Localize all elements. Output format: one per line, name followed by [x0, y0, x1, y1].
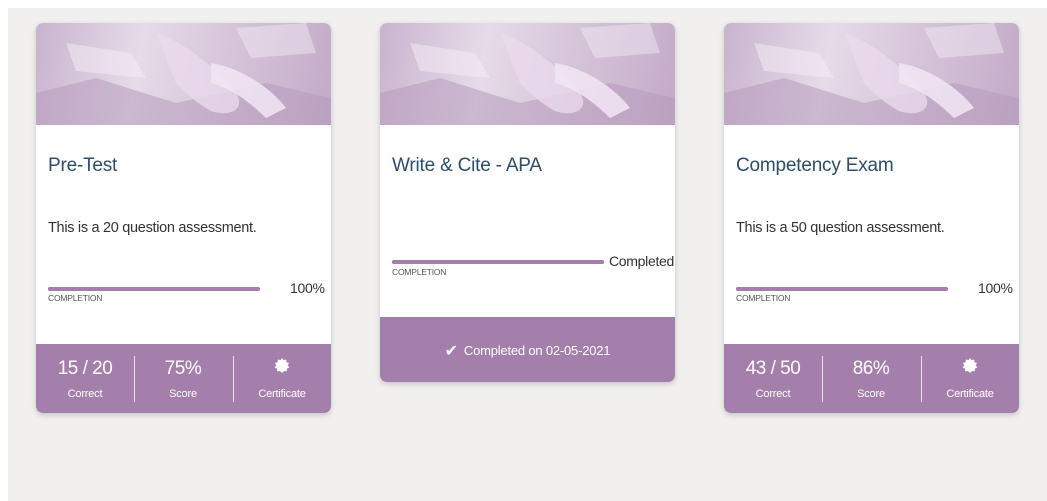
completion-value: Completed: [609, 253, 675, 269]
stat-label: Score: [857, 388, 885, 400]
card-banner-image: [724, 23, 1019, 125]
completion-progress-fill: [736, 287, 948, 291]
card-stats-footer: 43 / 50 Correct 86% Score Certificate: [724, 344, 1019, 413]
stat-label[interactable]: Certificate: [921, 388, 1019, 400]
completion-value: 100%: [978, 280, 1013, 296]
stat-correct: 15 / 20 Correct: [36, 344, 134, 413]
stat-value: 75%: [164, 358, 202, 379]
completed-status: ✔ Completed on 02-05-2021: [380, 341, 675, 361]
completion-label: COMPLETION: [736, 293, 791, 303]
card-title[interactable]: Competency Exam: [736, 155, 894, 177]
completion-progress-bar: [392, 260, 604, 264]
completion-value: 100%: [290, 280, 325, 296]
completed-date-text: Completed on 02-05-2021: [463, 343, 611, 358]
stat-certificate[interactable]: Certificate: [233, 344, 331, 413]
stat-value: 86%: [852, 358, 890, 379]
card-banner-image: [36, 23, 331, 125]
stat-certificate[interactable]: Certificate: [921, 344, 1019, 413]
course-card-write-cite-apa[interactable]: Write & Cite - APA COMPLETION Completed …: [380, 23, 675, 382]
card-title[interactable]: Write & Cite - APA: [392, 155, 542, 177]
card-description: This is a 20 question assessment.: [48, 220, 257, 236]
certificate-icon[interactable]: [962, 358, 978, 374]
card-banner-image: [380, 23, 675, 125]
completion-progress-fill: [48, 287, 260, 291]
stat-value: 43 / 50: [745, 358, 801, 379]
stat-value: 15 / 20: [57, 358, 113, 379]
stat-score: 75% Score: [134, 344, 232, 413]
stat-score: 86% Score: [822, 344, 920, 413]
completion-label: COMPLETION: [392, 267, 447, 277]
stat-label: Score: [169, 388, 197, 400]
checkmark-icon: ✔: [444, 343, 458, 360]
certificate-icon[interactable]: [274, 358, 290, 374]
card-title[interactable]: Pre-Test: [48, 155, 117, 177]
stat-correct: 43 / 50 Correct: [724, 344, 822, 413]
stat-label: Correct: [67, 388, 103, 400]
completion-progress-bar: [48, 287, 260, 291]
card-completed-footer: ✔ Completed on 02-05-2021: [380, 317, 675, 382]
course-card-pre-test[interactable]: Pre-Test This is a 20 question assessmen…: [36, 23, 331, 413]
card-description: This is a 50 question assessment.: [736, 220, 945, 236]
card-stats-footer: 15 / 20 Correct 75% Score Certificate: [36, 344, 331, 413]
stat-label[interactable]: Certificate: [233, 388, 331, 400]
completion-progress-fill: [392, 260, 604, 264]
completion-progress-bar: [736, 287, 948, 291]
course-card-competency-exam[interactable]: Competency Exam This is a 50 question as…: [724, 23, 1019, 413]
completion-label: COMPLETION: [48, 293, 103, 303]
stat-label: Correct: [755, 388, 791, 400]
